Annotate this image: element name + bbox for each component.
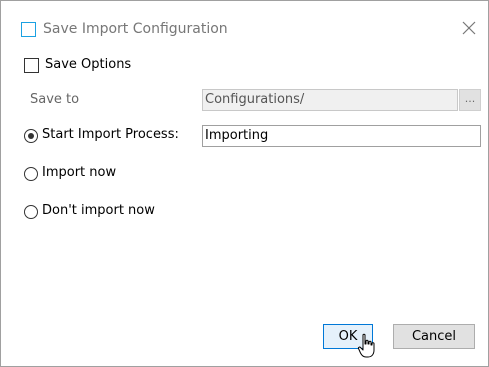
save-options-label: Save Options: [45, 57, 132, 72]
window-title: Save Import Configuration: [43, 21, 228, 37]
radio-dont-import-now[interactable]: [24, 205, 38, 219]
title-bar: Save Import Configuration: [1, 1, 488, 49]
radio-import-now[interactable]: [24, 167, 38, 181]
save-to-path-field[interactable]: Configurations/: [202, 89, 458, 111]
radio-selected-dot: [28, 133, 34, 139]
radio-start-import-process[interactable]: [24, 129, 38, 143]
hand-pointer-cursor-icon: [357, 333, 375, 358]
start-import-process-label: Start Import Process:: [42, 127, 179, 142]
save-import-configuration-dialog: Save Import Configuration Save Options S…: [0, 0, 489, 367]
dont-import-now-label: Don't import now: [42, 203, 155, 218]
ok-button-label: OK: [338, 329, 358, 344]
save-options-checkbox[interactable]: [24, 58, 39, 73]
import-now-label: Import now: [42, 165, 117, 180]
browse-button[interactable]: ...: [459, 89, 481, 111]
save-to-label: Save to: [30, 92, 80, 107]
app-square-icon: [21, 22, 36, 37]
import-process-name-field[interactable]: Importing: [202, 125, 481, 147]
close-icon[interactable]: [459, 18, 479, 38]
cancel-button[interactable]: Cancel: [393, 324, 475, 349]
cancel-button-label: Cancel: [411, 329, 457, 344]
